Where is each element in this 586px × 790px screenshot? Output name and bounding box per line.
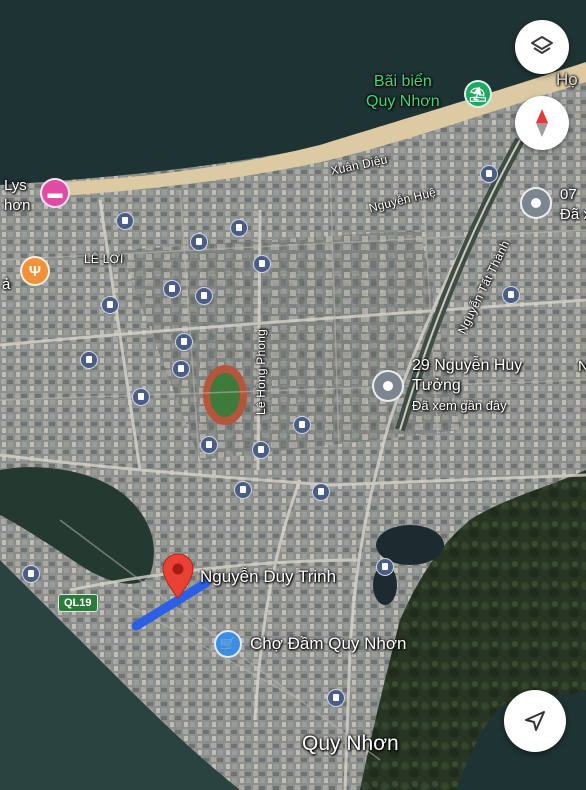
selected-street-label: Nguyễn Duy Trinh bbox=[200, 567, 337, 586]
layers-button[interactable] bbox=[515, 20, 569, 74]
shopping-cart-icon[interactable]: 🛒 bbox=[214, 630, 242, 658]
right-partial-label: N bbox=[578, 358, 586, 375]
bus-stop-icon[interactable] bbox=[200, 436, 218, 454]
saved-place-label[interactable]: 29 Nguyễn Huy Tưởng Đã xem gần đây bbox=[412, 356, 522, 416]
bus-stop-icon[interactable] bbox=[253, 255, 271, 273]
bus-stop-icon[interactable] bbox=[80, 351, 98, 369]
hotel-label-line2: hơn bbox=[4, 197, 31, 214]
compass-button[interactable] bbox=[515, 96, 569, 150]
bus-stop-icon[interactable] bbox=[101, 296, 119, 314]
restaurant-partial-label: ả bbox=[2, 276, 11, 293]
bus-stop-icon[interactable] bbox=[132, 388, 150, 406]
bus-stop-icon[interactable] bbox=[376, 558, 394, 576]
compass-icon bbox=[536, 109, 548, 137]
bus-stop-icon[interactable] bbox=[175, 333, 193, 351]
beach-label[interactable]: Bãi biển Quy Nhơn bbox=[366, 72, 440, 112]
right-edge-line1: 07 bbox=[560, 186, 577, 203]
bus-stop-icon[interactable] bbox=[230, 219, 248, 237]
bus-stop-icon[interactable] bbox=[163, 280, 181, 298]
bus-stop-icon[interactable] bbox=[172, 360, 190, 378]
bus-stop-icon[interactable] bbox=[312, 483, 330, 501]
bus-stop-icon[interactable] bbox=[190, 233, 208, 251]
beach-umbrella-icon[interactable]: ⛱ bbox=[464, 80, 492, 108]
bus-stop-icon[interactable] bbox=[234, 481, 252, 499]
beach-label-line1: Bãi biển bbox=[373, 73, 432, 90]
bus-stop-icon[interactable] bbox=[22, 565, 40, 583]
location-pin-icon[interactable] bbox=[160, 552, 196, 600]
saved-place-line1: 29 Nguyễn Huy bbox=[412, 357, 523, 374]
market-label[interactable]: Chợ Đầm Quy Nhơn bbox=[250, 634, 406, 654]
saved-place-line2: Tưởng bbox=[412, 377, 461, 394]
right-edge-place-label: 07 Đã x bbox=[560, 185, 586, 225]
city-label: Quy Nhơn bbox=[302, 732, 399, 755]
hotel-label: Lys hơn bbox=[4, 176, 31, 216]
navigate-button[interactable] bbox=[504, 690, 566, 752]
location-pin-icon-saved[interactable] bbox=[372, 370, 404, 402]
bed-icon[interactable]: ▬ bbox=[40, 178, 70, 208]
bus-stop-icon[interactable] bbox=[502, 286, 520, 304]
hotel-label-line1: Lys bbox=[4, 177, 27, 194]
layers-icon bbox=[531, 36, 553, 54]
right-edge-line2: Đã x bbox=[560, 206, 586, 223]
street-label-le-loi: LÊ LỢI bbox=[84, 252, 124, 266]
bus-stop-icon[interactable] bbox=[195, 287, 213, 305]
partial-label-top-right: Họ bbox=[556, 70, 578, 89]
navigation-arrow-icon bbox=[525, 711, 545, 731]
bus-stop-icon[interactable] bbox=[327, 689, 345, 707]
route-shield-ql19: QL19 bbox=[58, 594, 98, 612]
beach-label-line2: Quy Nhơn bbox=[366, 93, 440, 110]
bus-stop-icon[interactable] bbox=[293, 416, 311, 434]
fork-knife-icon[interactable]: Ψ bbox=[20, 256, 50, 286]
saved-place-note: Đã xem gần đây bbox=[412, 398, 507, 413]
bus-stop-icon[interactable] bbox=[252, 441, 270, 459]
location-pin-icon-right-edge[interactable] bbox=[520, 187, 552, 219]
bus-stop-icon[interactable] bbox=[480, 165, 498, 183]
street-label-le-hong-phong: Lê Hồng Phong bbox=[254, 328, 268, 415]
bus-stop-icon[interactable] bbox=[116, 212, 134, 230]
